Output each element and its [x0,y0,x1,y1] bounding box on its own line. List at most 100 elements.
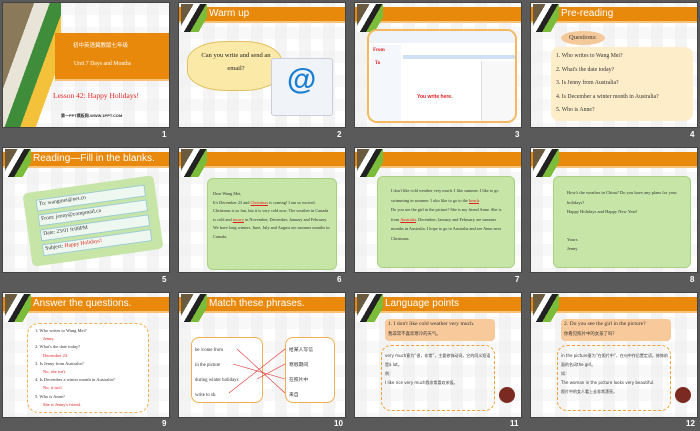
question: 4. Is December a winter month in Austral… [35,377,115,383]
unit-title: Unit 7 Days and Months [74,61,132,67]
letter-line: Happy Holidays and Happy New Year! [567,209,638,214]
question: 4. Is December a winter month in Austral… [556,93,659,100]
phrase: write to sb. [195,393,217,398]
lesson-title: Lesson 42: Happy Holidays! [53,91,140,100]
photo-decoration [533,4,559,32]
slide-number: 3 [515,130,520,139]
letter-text: I don't like cold weather very much. I l… [391,188,502,241]
phrase: during winter holidays [195,378,239,383]
slide-thumbnail-5[interactable]: Reading—Fill in the blanks. To: wangmei@… [2,147,170,273]
slide-number: 12 [686,419,695,428]
questions-list: 1. Who writes to Wang Mei? 2. What's the… [556,50,659,118]
explanation-line: very much意为“很，非常”，主要修饰动词，它的同义短语是a lot。 [385,353,491,367]
letter-line: Dear Wang Mei, [213,191,242,196]
slide-number: 8 [690,275,695,284]
photo-decoration [5,294,31,322]
answer: She is Jenny's friend. [43,401,82,407]
explanation-line: 如： [561,371,569,376]
point-translation: 你看见照片中的女孩了吗？ [564,332,617,337]
phrase: be /come from [195,348,223,353]
subject-label: Subject: [45,243,64,252]
photo-decoration [181,149,207,177]
slide-thumbnail-6[interactable]: Dear Wang Mei, It's December 23 and Chri… [178,147,346,273]
cartoon-girl-icon [499,387,515,403]
question: 5. Who is Anne? [35,393,65,399]
subject-value: Happy Holidays! [64,237,103,250]
slide-title: Answer the questions. [33,298,132,309]
title-band [55,33,169,81]
slide-title: Reading—Fill in the blanks. [33,153,155,164]
letter-text: Dear Wang Mei, It's December 23 and Chri… [213,190,331,241]
letter-line: I don't like cold weather very much. I l… [391,188,499,203]
photo-decoration [533,294,559,322]
slide-number: 1 [162,130,167,139]
slide-thumbnail-2[interactable]: Warm up Can you write and send an email?… [178,2,346,128]
answer-blank: snowy [232,216,244,222]
explanation-text: in the picture意为“在照片中”，在句中作后置定语，修饰前面的名词t… [561,351,669,396]
question: 2. What's the date today? [35,344,81,350]
english-phrases: be /come from in the picture during winter… [195,343,238,403]
slide-title: Language points [385,298,459,309]
explanation-line: I like rice very much我非常喜欢米饭。 [385,380,458,385]
slide-number: 9 [162,419,167,428]
phrase: in the picture [195,363,221,368]
point-sentence: 1. I don't like cold weather very much. [388,321,475,327]
from-label: From [373,48,385,53]
bubble-text: Can you write and send an email? [201,52,271,72]
letter-text: How's the weather in China? Do you have … [567,188,679,254]
slide-thumbnail-10[interactable]: Match these phrases. be /come from in the… [178,292,346,418]
cartoon-girl-icon [675,387,691,403]
slide-number: 4 [690,130,695,139]
slide-thumbnail-1[interactable]: 初中英语冀教版七年级 Unit 7 Days and Months Lesson… [2,2,170,128]
slide-number: 7 [515,275,520,284]
chinese-phrases: 给某人写信寒假期间在照片中来自 [289,343,313,403]
slide-title: Warm up [209,8,250,19]
answer-blank: beach [468,197,479,203]
question: 1. Who writes to Wang Mei? [556,53,623,59]
explanation-line: 照片中的女人看上去非常漂亮。 [561,389,617,394]
slide-number: 2 [337,130,342,139]
slide-number: 5 [162,275,167,284]
photo-decoration [357,4,383,32]
answers-list: 1. Who writes to Wang Mei? Jenny. 2. What… [35,327,115,409]
answer: No, she isn't. [43,369,67,375]
phrase: 来自 [289,393,299,398]
photo-decoration [357,294,383,322]
explanation-text: very much意为“很，非常”，主要修饰动词，它的同义短语是a lot。例：… [385,351,491,387]
question: 2. What's the date today? [556,66,615,73]
email-screenshot [367,29,517,123]
slide-thumbnail-9[interactable]: Answer the questions. 1. Who writes to W… [2,292,170,418]
to-label: To [375,61,381,66]
answer: Jenny. [43,336,55,342]
subtitle-cn: 初中英语冀教版七年级 [73,43,129,49]
point-sentence: 2. Do you see the girl in the picture? [564,321,646,327]
photo-decoration [181,4,207,32]
slide-thumbnail-4[interactable]: Pre-reading Questions: 1. Who writes to … [530,2,698,128]
slide-thumbnail-11[interactable]: Language points 1. I don't like cold wea… [354,292,522,418]
letter-line: Yours [567,236,578,242]
slide-number: 6 [337,275,342,284]
email-header-card: To: wangmei@net.cn From: jenny@compmail.… [22,175,164,267]
question: 1. Who writes to Wang Mei? [35,328,87,333]
answer-blank: Australia [400,216,416,222]
site-text: 第一PPT模板网-WWW.1PPT.COM [61,113,123,118]
explanation-line: in the picture意为“在照片中”，在句中作后置定语，修饰前面的名词t… [561,353,668,367]
letter-line: It's December 23 and [213,199,250,205]
point-translation: 我非常不喜欢寒冷的天气。 [388,332,441,337]
slide-thumbnail-12[interactable]: 2. Do you see the girl in the picture? 你… [530,292,698,418]
slide-title: Pre-reading [561,8,614,19]
slide-number: 11 [510,419,519,428]
answer: No, it isn't. [43,385,63,391]
phrase: 在照片中 [289,378,309,383]
question: 3. Is Jenny from Australia? [556,80,619,86]
question: 3. Is Jenny from Australia? [35,360,84,366]
explanation-line: 例： [385,371,393,376]
photo-decoration [533,149,559,177]
answer: December 23. [43,352,69,358]
slide-thumbnail-7[interactable]: I don't like cold weather very much. I l… [354,147,522,273]
slide-thumbnail-8[interactable]: How's the weather in China? Do you have … [530,147,698,273]
slide-thumbnail-3[interactable]: From To You write here. [354,2,522,128]
explanation-line: The woman in the picture looks very beau… [561,380,655,385]
phrase: 寒假期间 [289,363,309,368]
phrase: 给某人写信 [289,348,313,353]
